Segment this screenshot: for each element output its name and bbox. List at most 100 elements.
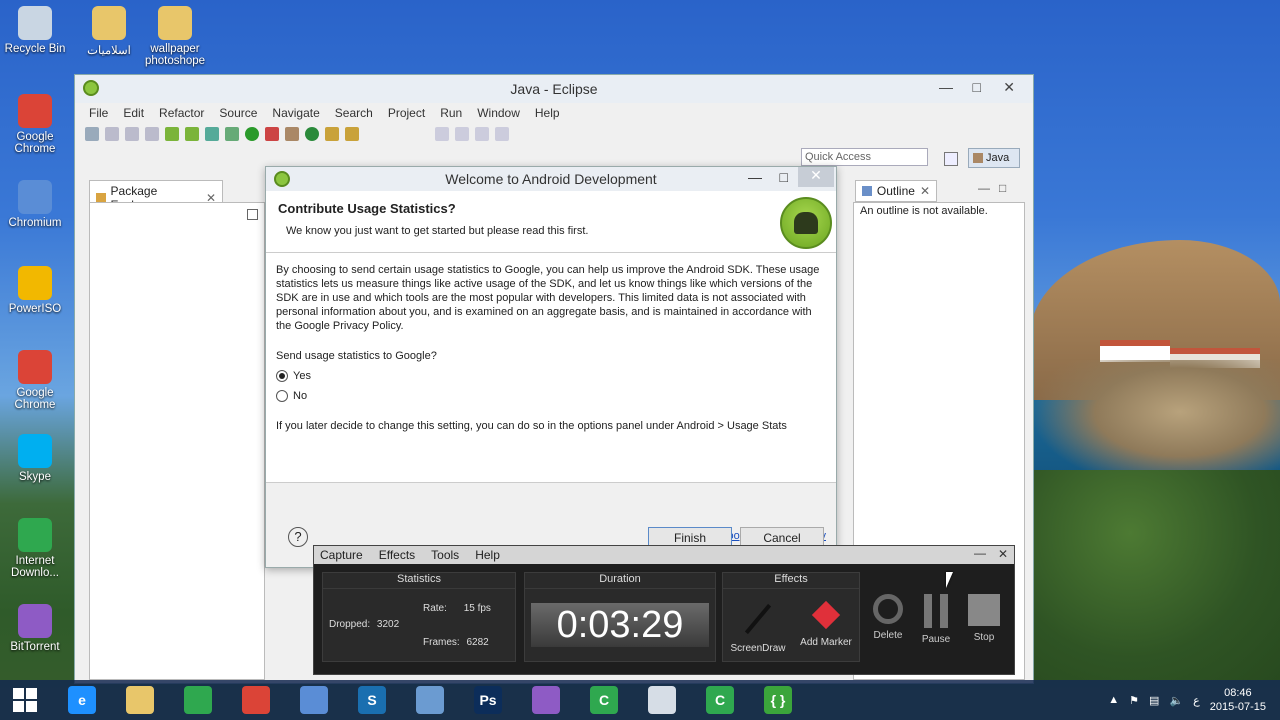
pause-button[interactable]: Pause <box>914 594 958 645</box>
radio-no[interactable]: No <box>276 389 826 403</box>
desktop-icon[interactable]: Google Chrome <box>0 94 70 155</box>
avd-icon[interactable] <box>185 127 199 141</box>
java-perspective-button[interactable]: Java <box>968 148 1020 168</box>
maximize-icon[interactable]: □ <box>780 169 788 185</box>
desktop-icon[interactable]: Recycle Bin <box>0 6 70 55</box>
radio-yes[interactable]: Yes <box>276 369 826 383</box>
delete-button[interactable]: Delete <box>866 594 910 641</box>
taskbar-app[interactable]: S <box>350 682 394 718</box>
new-java-project-icon[interactable] <box>285 127 299 141</box>
pause-icon <box>924 594 948 628</box>
open-type-icon[interactable] <box>325 127 339 141</box>
taskbar-app[interactable]: C <box>582 682 626 718</box>
recorder-menu-item[interactable]: Effects <box>379 548 415 562</box>
start-button[interactable] <box>4 682 46 718</box>
minimize-icon[interactable]: — <box>939 79 953 95</box>
clock[interactable]: 08:46 2015-07-15 <box>1210 686 1266 714</box>
pause-label: Pause <box>921 634 951 645</box>
taskbar-app[interactable] <box>292 682 336 718</box>
desktop-icon-label: Chromium <box>8 217 62 229</box>
desktop-icon[interactable]: Google Chrome <box>0 350 70 411</box>
external-tools-icon[interactable] <box>265 127 279 141</box>
forward-icon[interactable] <box>475 127 489 141</box>
new-class-icon[interactable] <box>305 127 319 141</box>
run-icon[interactable] <box>245 127 259 141</box>
desktop-icon-label: Skype <box>19 471 51 483</box>
menu-item[interactable]: Help <box>535 106 560 120</box>
duration-panel: Duration 0:03:29 <box>524 572 716 662</box>
help-icon[interactable]: ? <box>288 527 308 547</box>
pin-editor-icon[interactable] <box>495 127 509 141</box>
lint-icon[interactable] <box>205 127 219 141</box>
close-icon[interactable]: ✕ <box>798 167 834 187</box>
taskbar-app[interactable]: Ps <box>466 682 510 718</box>
show-hidden-icons-icon[interactable]: ▲ <box>1108 694 1119 706</box>
frames-value: 6282 <box>466 637 489 648</box>
radio-yes-button[interactable] <box>276 370 288 382</box>
screendraw-button[interactable]: ScreenDraw <box>727 593 789 659</box>
recorder-close-icon[interactable]: ✕ <box>998 547 1008 561</box>
taskbar-app[interactable] <box>234 682 278 718</box>
menu-item[interactable]: Navigate <box>272 106 319 120</box>
rate-label: Rate: <box>423 603 447 614</box>
open-perspective-icon[interactable] <box>944 152 958 166</box>
flag-icon[interactable]: ⚑ <box>1129 694 1139 707</box>
recorder-menu-item[interactable]: Capture <box>320 548 363 562</box>
desktop-icon[interactable]: Skype <box>0 434 70 483</box>
taskbar-app[interactable]: C <box>698 682 742 718</box>
volume-icon[interactable]: 🔈 <box>1169 694 1183 707</box>
taskbar-app[interactable]: { } <box>756 682 800 718</box>
save-all-icon[interactable] <box>125 127 139 141</box>
desktop-icon[interactable]: BitTorrent <box>0 604 70 653</box>
desktop-icon[interactable]: PowerISO <box>0 266 70 315</box>
debug-icon[interactable] <box>225 127 239 141</box>
menu-item[interactable]: Search <box>335 106 373 120</box>
desktop-icon[interactable]: Internet Downlo... <box>0 518 70 579</box>
add-marker-button[interactable]: Add Marker <box>795 593 857 659</box>
taskbar-app[interactable] <box>176 682 220 718</box>
tab-outline[interactable]: Outline ✕ <box>855 180 937 202</box>
annotation-nav-icon[interactable] <box>435 127 449 141</box>
back-icon[interactable] <box>455 127 469 141</box>
language-indicator[interactable]: ع <box>1193 694 1200 707</box>
new-icon[interactable] <box>85 127 99 141</box>
recorder-menu-item[interactable]: Tools <box>431 548 459 562</box>
android-sdk-icon[interactable] <box>165 127 179 141</box>
outline-maximize-icon[interactable]: □ <box>999 181 1006 195</box>
recorder-toolbar: Capture Effects Tools Help — ✕ Statistics D… <box>313 545 1015 675</box>
desktop-icon-label: Google Chrome <box>14 131 56 155</box>
print-icon[interactable] <box>145 127 159 141</box>
taskbar-app[interactable]: e <box>60 682 104 718</box>
outline-minimize-icon[interactable]: — <box>978 181 990 195</box>
desktop-icon[interactable]: wallpaper photoshope <box>140 6 210 67</box>
maximize-icon[interactable]: □ <box>973 79 981 95</box>
file-explorer-icon <box>126 686 154 714</box>
system-tray: ▲ ⚑ ▤ 🔈 ع 08:46 2015-07-15 <box>1108 682 1266 718</box>
taskbar-app[interactable] <box>118 682 162 718</box>
taskbar-app[interactable] <box>524 682 568 718</box>
desktop-icon[interactable]: اسلاميات <box>74 6 144 57</box>
radio-no-button[interactable] <box>276 390 288 402</box>
stop-button[interactable]: Stop <box>962 594 1006 643</box>
desktop-icon[interactable]: Chromium <box>0 180 70 229</box>
minimize-icon[interactable]: — <box>748 169 762 185</box>
menu-item[interactable]: File <box>89 106 108 120</box>
quick-access-input[interactable]: Quick Access <box>801 148 928 166</box>
menu-item[interactable]: Run <box>440 106 462 120</box>
taskbar-app[interactable] <box>640 682 684 718</box>
network-icon[interactable]: ▤ <box>1149 694 1159 707</box>
menu-item[interactable]: Window <box>477 106 520 120</box>
close-tab-icon[interactable]: ✕ <box>920 184 930 198</box>
search-icon[interactable] <box>345 127 359 141</box>
recorder-minimize-icon[interactable]: — <box>974 546 986 560</box>
statistics-panel: Statistics Dropped: 3202 Rate: 15 fps Fr… <box>322 572 516 662</box>
menu-item[interactable]: Edit <box>123 106 144 120</box>
close-icon[interactable]: ✕ <box>1003 79 1015 96</box>
taskbar-app[interactable] <box>408 682 452 718</box>
save-icon[interactable] <box>105 127 119 141</box>
collapse-all-icon[interactable] <box>247 209 258 220</box>
menu-item[interactable]: Refactor <box>159 106 204 120</box>
recorder-menu-item[interactable]: Help <box>475 548 500 562</box>
menu-item[interactable]: Source <box>219 106 257 120</box>
menu-item[interactable]: Project <box>388 106 425 120</box>
